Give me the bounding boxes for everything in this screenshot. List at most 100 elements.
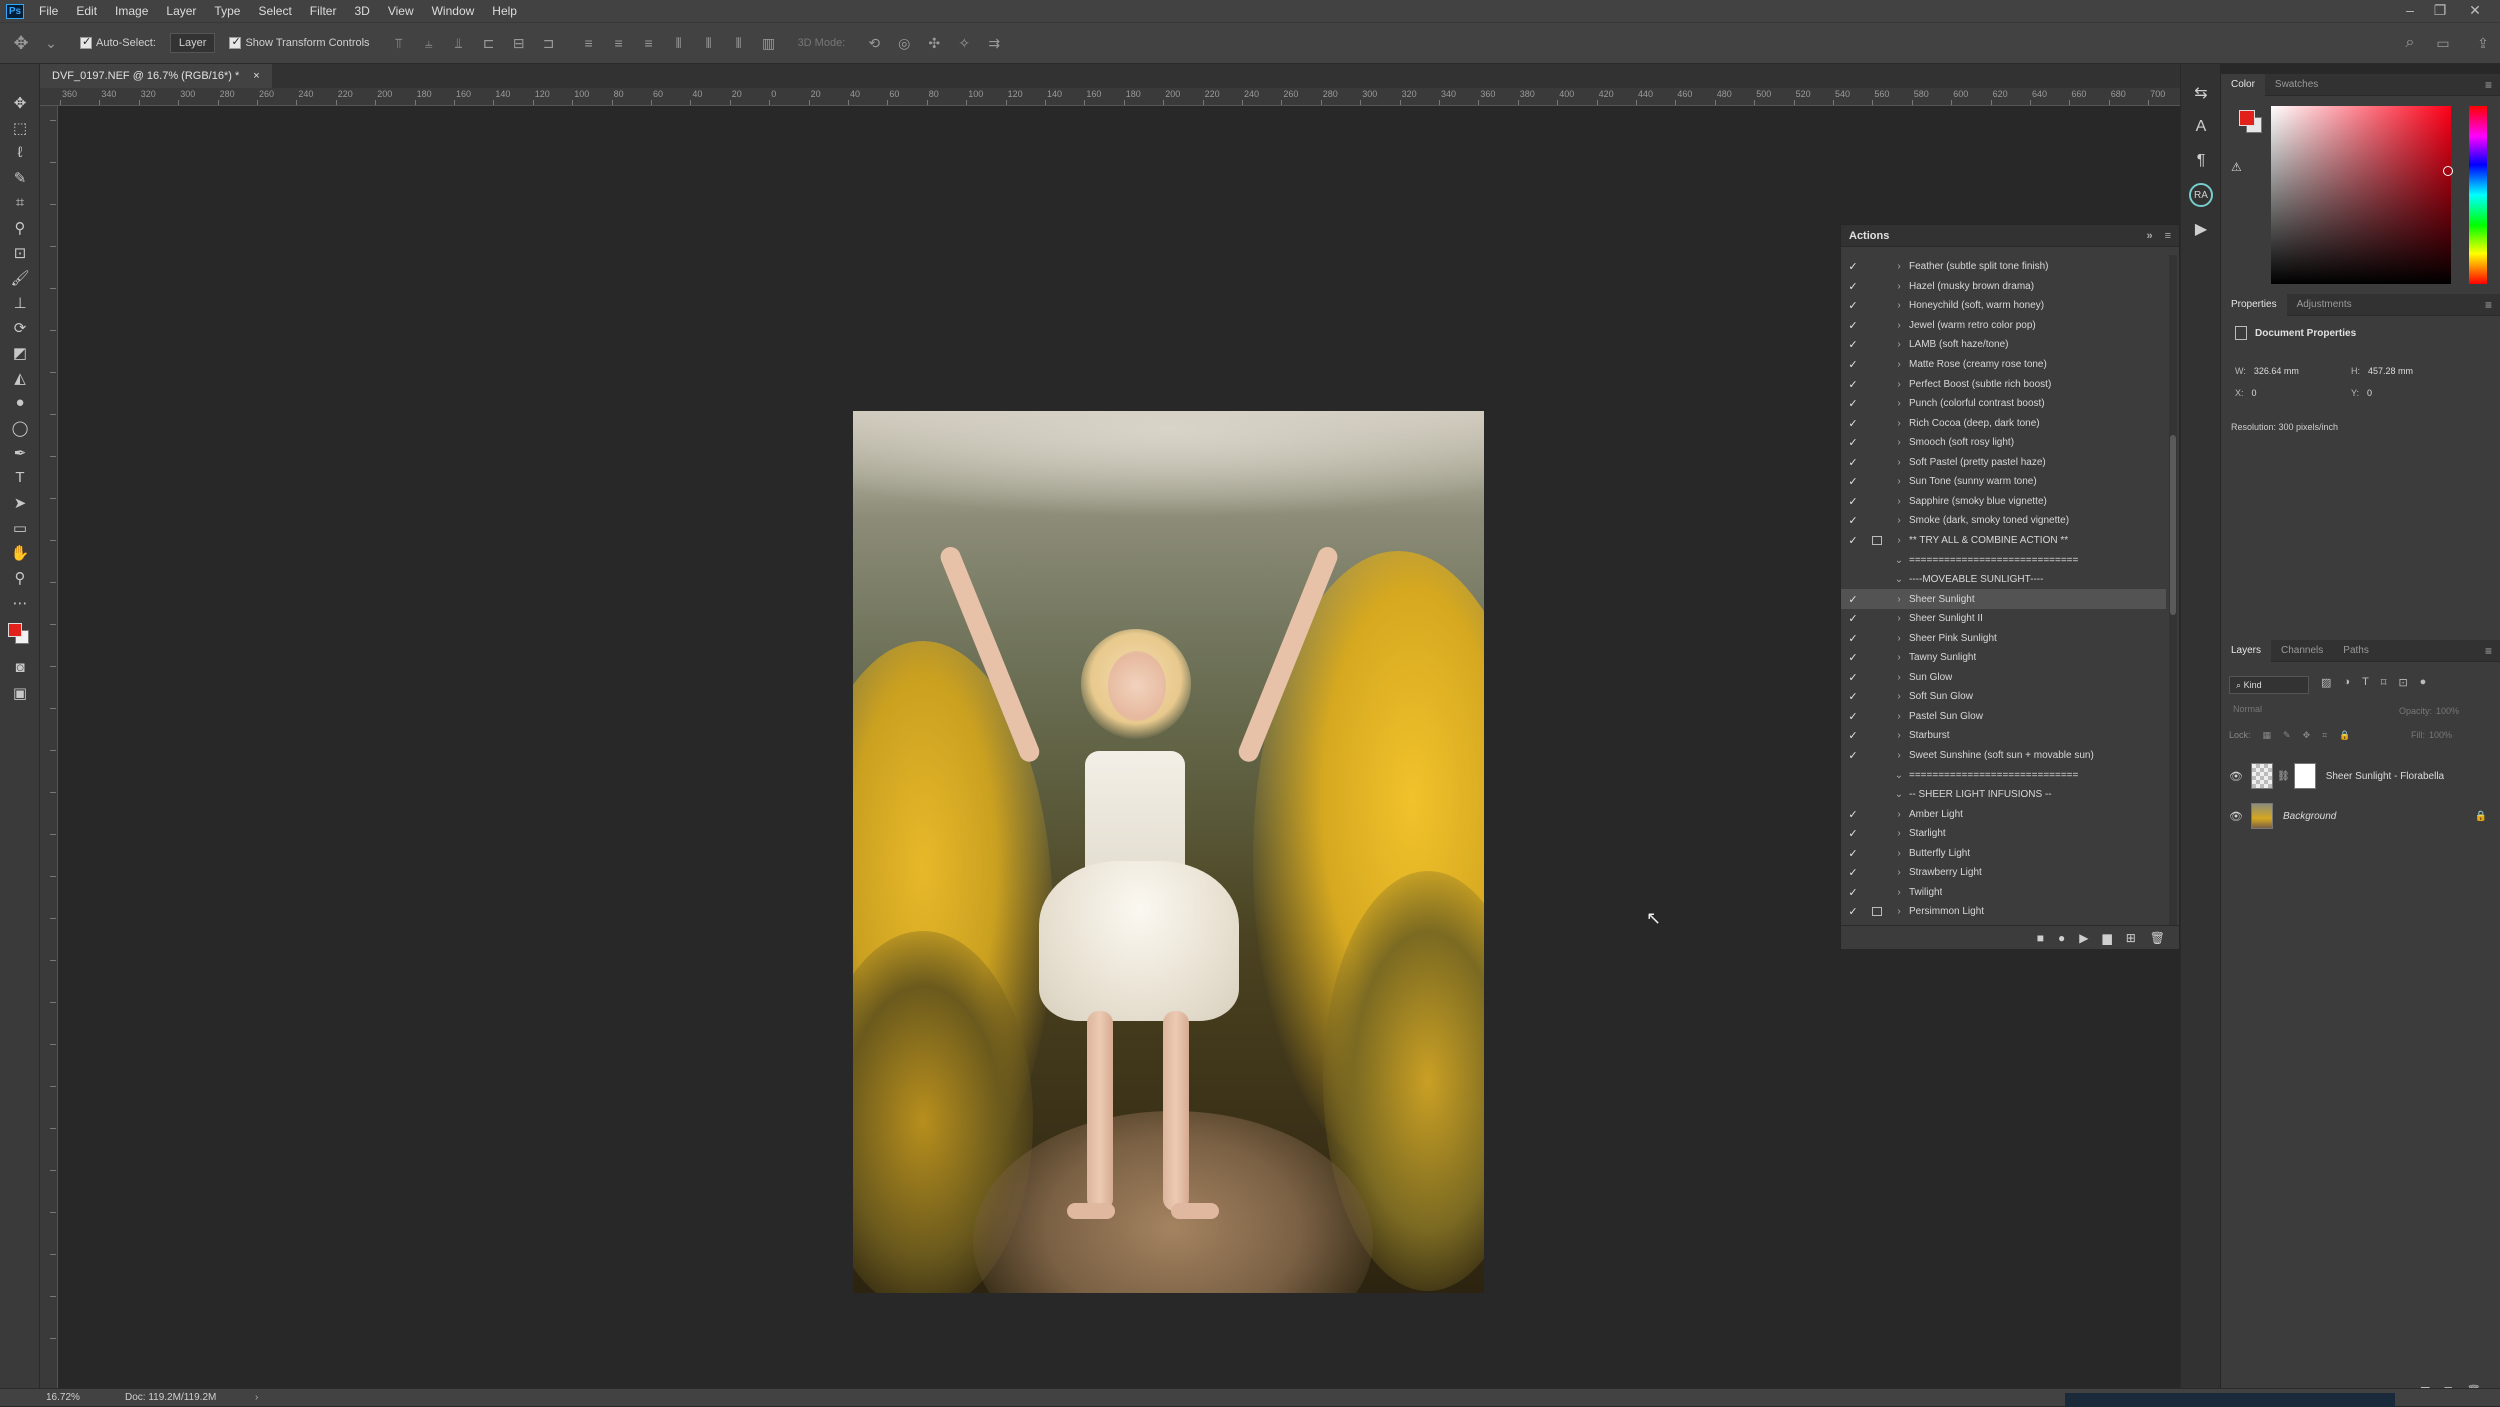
- search-icon[interactable]: ⌕: [2399, 32, 2421, 54]
- action-enabled-check[interactable]: ✓: [1841, 886, 1865, 899]
- expand-chevron-icon[interactable]: ›: [1889, 300, 1909, 311]
- align-hcenter-icon[interactable]: ⊟: [508, 32, 530, 54]
- expand-chevron-icon[interactable]: ›: [1889, 809, 1909, 820]
- 3d-slide-icon[interactable]: ✧: [953, 32, 975, 54]
- filter-toggle-icon[interactable]: ●: [2420, 676, 2427, 689]
- dialog-toggle[interactable]: [1865, 631, 1889, 645]
- marquee-tool-icon[interactable]: ⬚: [0, 115, 40, 140]
- stamp-tool-icon[interactable]: ⊥: [0, 290, 40, 315]
- history-brush-icon[interactable]: ⟳: [0, 315, 40, 340]
- lock-pixels-icon[interactable]: ▦: [2263, 730, 2272, 741]
- dialog-toggle[interactable]: [1865, 553, 1889, 567]
- adjustment-filter-icon[interactable]: ◑: [2343, 676, 2350, 689]
- path-select-icon[interactable]: ➤: [0, 490, 40, 515]
- expand-chevron-icon[interactable]: ›: [1889, 496, 1909, 507]
- dialog-toggle[interactable]: [1865, 866, 1889, 880]
- foreground-color-swatch[interactable]: [8, 623, 22, 637]
- menu-file[interactable]: File: [30, 0, 67, 22]
- screen-mode-icon[interactable]: ▣: [0, 680, 40, 705]
- distribute-right-icon[interactable]: ⦀: [728, 32, 750, 54]
- align-left-icon[interactable]: ⊏: [478, 32, 500, 54]
- action-row[interactable]: ⌄ =============================: [1841, 550, 2166, 570]
- tab-properties[interactable]: Properties: [2221, 293, 2287, 316]
- dialog-toggle[interactable]: [1865, 377, 1889, 391]
- action-enabled-check[interactable]: ✓: [1841, 534, 1865, 547]
- dialog-toggle[interactable]: [1865, 690, 1889, 704]
- dialog-toggle[interactable]: [1865, 827, 1889, 841]
- expand-chevron-icon[interactable]: ›: [1889, 359, 1909, 370]
- action-enabled-check[interactable]: ✓: [1841, 905, 1865, 918]
- action-enabled-check[interactable]: ✓: [1841, 671, 1865, 684]
- action-row[interactable]: ✓ › Strawberry Light: [1841, 863, 2166, 883]
- opacity-field[interactable]: Opacity: 100%: [2399, 706, 2459, 716]
- new-action-icon[interactable]: ⊞: [2126, 931, 2136, 945]
- chain-link-icon[interactable]: ⛓: [2277, 771, 2290, 782]
- dialog-toggle[interactable]: [1865, 592, 1889, 606]
- dialog-toggle[interactable]: [1865, 533, 1889, 547]
- menu-view[interactable]: View: [379, 0, 423, 22]
- dialog-toggle[interactable]: [1865, 905, 1889, 919]
- dialog-toggle[interactable]: [1865, 338, 1889, 352]
- action-row[interactable]: ✓ › Persimmon Light: [1841, 902, 2166, 922]
- eyedropper-tool-icon[interactable]: ⚲: [0, 215, 40, 240]
- expand-chevron-icon[interactable]: ›: [1889, 457, 1909, 468]
- type-tool-icon[interactable]: T: [0, 465, 40, 490]
- rectangle-tool-icon[interactable]: ▭: [0, 515, 40, 540]
- dialog-toggle[interactable]: [1865, 455, 1889, 469]
- action-enabled-check[interactable]: ✓: [1841, 827, 1865, 840]
- visibility-eye-icon[interactable]: 👁: [2221, 810, 2251, 823]
- action-enabled-check[interactable]: ✓: [1841, 808, 1865, 821]
- expand-chevron-icon[interactable]: ›: [1889, 379, 1909, 390]
- action-row[interactable]: ✓ › Rich Cocoa (deep, dark tone): [1841, 413, 2166, 433]
- expand-chevron-icon[interactable]: ›: [1889, 476, 1909, 487]
- action-row[interactable]: ✓ › Tawny Sunlight: [1841, 648, 2166, 668]
- dialog-toggle[interactable]: [1865, 729, 1889, 743]
- action-row[interactable]: ✓ › Sheer Sunlight: [1841, 589, 2166, 609]
- dialog-toggle[interactable]: [1865, 514, 1889, 528]
- tab-layers[interactable]: Layers: [2221, 639, 2272, 662]
- collapse-panel-icon[interactable]: »: [2146, 230, 2152, 242]
- foreground-color-swatch[interactable]: [2239, 110, 2255, 126]
- action-row[interactable]: ✓ › Feather (subtle split tone finish): [1841, 257, 2166, 277]
- lock-position-icon[interactable]: ✥: [2303, 730, 2311, 741]
- dialog-toggle[interactable]: [1865, 885, 1889, 899]
- lasso-tool-icon[interactable]: ℓ: [0, 140, 40, 165]
- expand-chevron-icon[interactable]: ›: [1889, 828, 1909, 839]
- action-enabled-check[interactable]: ✓: [1841, 593, 1865, 606]
- expand-chevron-icon[interactable]: ›: [1889, 711, 1909, 722]
- actions-panel-icon[interactable]: ▶: [2181, 212, 2221, 246]
- panel-menu-icon[interactable]: ≡: [2485, 298, 2492, 312]
- expand-chevron-icon[interactable]: ›: [1889, 613, 1909, 624]
- dialog-toggle[interactable]: [1865, 807, 1889, 821]
- auto-select-dropdown[interactable]: Layer: [169, 33, 216, 53]
- character-panel-icon[interactable]: A: [2181, 110, 2221, 144]
- dialog-toggle[interactable]: [1865, 260, 1889, 274]
- action-enabled-check[interactable]: ✓: [1841, 397, 1865, 410]
- dialog-toggle[interactable]: [1865, 299, 1889, 313]
- lock-all-icon[interactable]: 🔒: [2339, 730, 2350, 741]
- brush-tool-icon[interactable]: 🖌: [0, 265, 40, 290]
- expand-chevron-icon[interactable]: ⌄: [1889, 789, 1909, 800]
- dialog-toggle[interactable]: [1865, 612, 1889, 626]
- distribute-left-icon[interactable]: ⦀: [668, 32, 690, 54]
- dodge-tool-icon[interactable]: ◯: [0, 415, 40, 440]
- dialog-toggle[interactable]: [1865, 749, 1889, 763]
- dialog-toggle[interactable]: [1865, 397, 1889, 411]
- action-row[interactable]: ✓ › Hazel (musky brown drama): [1841, 277, 2166, 297]
- document-tab[interactable]: DVF_0197.NEF @ 16.7% (RGB/16*) * ×: [40, 64, 272, 88]
- action-enabled-check[interactable]: ✓: [1841, 495, 1865, 508]
- close-icon[interactable]: ✕: [2455, 0, 2495, 22]
- 3d-scale-icon[interactable]: ⇉: [983, 32, 1005, 54]
- action-row[interactable]: ✓ › Sheer Sunlight II: [1841, 609, 2166, 629]
- action-enabled-check[interactable]: ✓: [1841, 299, 1865, 312]
- expand-chevron-icon[interactable]: ›: [1889, 281, 1909, 292]
- menu-window[interactable]: Window: [423, 0, 484, 22]
- paint-bucket-icon[interactable]: ◭: [0, 365, 40, 390]
- action-row[interactable]: ✓ › Starburst: [1841, 726, 2166, 746]
- action-row[interactable]: ✓ › Starlight: [1841, 824, 2166, 844]
- action-row[interactable]: ✓ › Soft Pastel (pretty pastel haze): [1841, 453, 2166, 473]
- action-enabled-check[interactable]: ✓: [1841, 847, 1865, 860]
- dialog-toggle[interactable]: [1865, 709, 1889, 723]
- play-icon[interactable]: ▶: [2079, 931, 2088, 945]
- hand-tool-icon[interactable]: ✋: [0, 540, 40, 565]
